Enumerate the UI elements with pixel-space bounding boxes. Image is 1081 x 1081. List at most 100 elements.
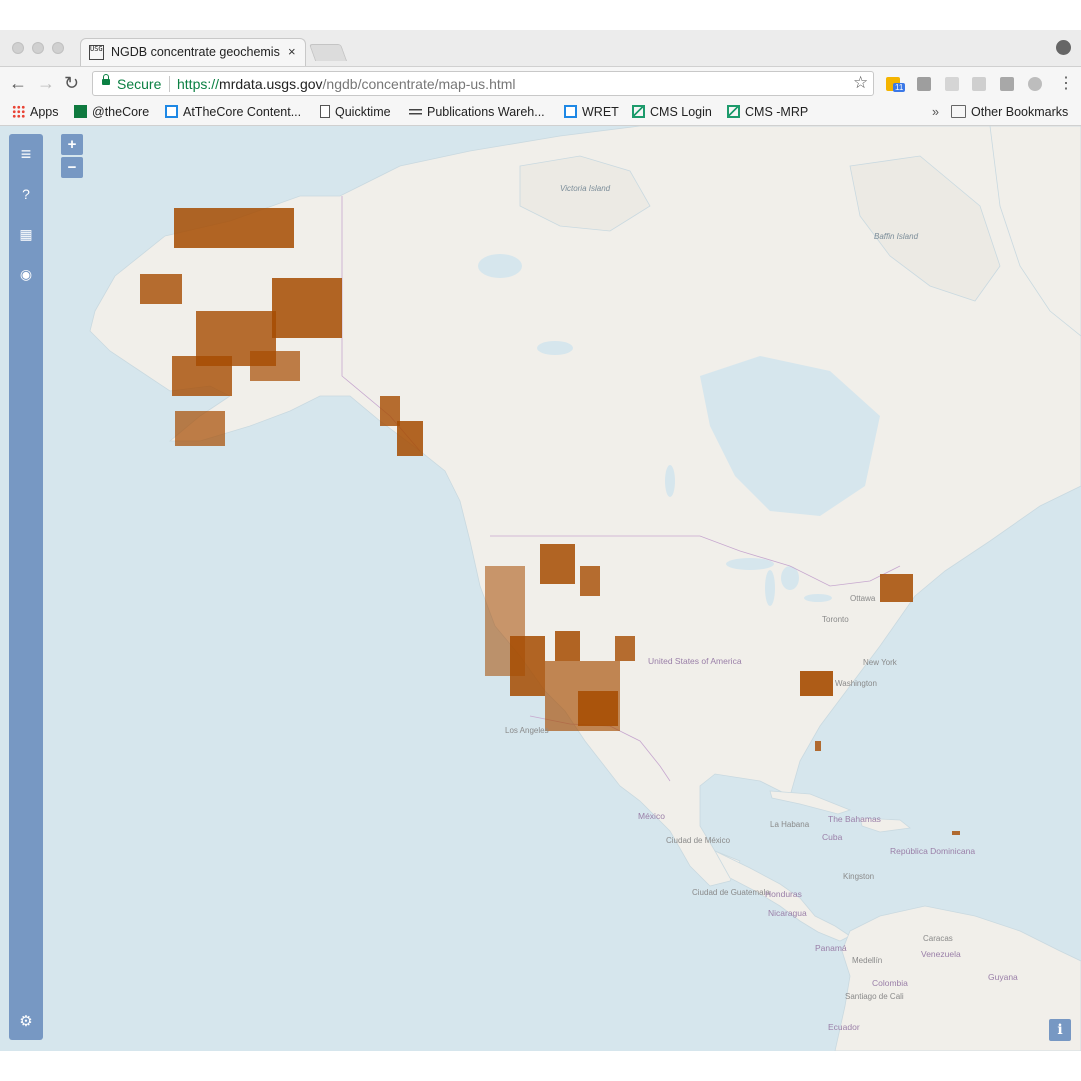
sample-cluster <box>540 544 575 584</box>
tab-close-icon[interactable]: × <box>288 44 296 59</box>
settings-gear-icon[interactable]: ⚙ <box>9 1012 43 1030</box>
bookmark-label: @theCore <box>92 105 150 119</box>
minimize-window-button[interactable] <box>32 42 44 54</box>
close-window-button[interactable] <box>12 42 24 54</box>
bookmark-label: CMS -MRP <box>745 105 809 119</box>
lake-winnipeg <box>665 465 675 497</box>
bookmark-label: CMS Login <box>650 105 712 119</box>
label-mexico: México <box>638 811 665 821</box>
bookmark-label: Quicktime <box>335 105 391 119</box>
great-slave-lake <box>537 341 573 355</box>
bookmark-thecore[interactable]: @theCore <box>74 105 149 119</box>
chat-extension-icon[interactable] <box>1028 77 1042 91</box>
back-arrow-icon[interactable]: ← <box>9 73 27 94</box>
bookmark-star-icon[interactable]: ☆ <box>853 73 868 93</box>
sample-cluster <box>175 411 225 446</box>
label-united-states: United States of America <box>648 656 742 666</box>
great-bear-lake <box>478 254 522 278</box>
sample-cluster <box>555 631 580 661</box>
apps-grid-icon <box>12 105 25 118</box>
label-guyana: Guyana <box>988 972 1018 982</box>
reload-icon[interactable]: ↻ <box>64 73 79 94</box>
browser-tab-active[interactable]: USGS NGDB concentrate geochemis × <box>80 38 306 66</box>
profile-avatar-icon[interactable] <box>1056 40 1071 55</box>
label-medellin: Medellín <box>852 956 883 965</box>
blue-frame-icon <box>165 105 178 118</box>
url-scheme: https:// <box>177 76 220 92</box>
label-republica-dominicana: República Dominicana <box>890 846 976 856</box>
bookmark-apps[interactable]: Apps <box>12 105 59 119</box>
new-tab-button[interactable] <box>308 44 348 61</box>
sample-cluster <box>800 671 833 696</box>
label-baffin-island: Baffin Island <box>873 232 919 241</box>
sample-cluster <box>580 566 600 596</box>
page-extension-icon[interactable] <box>945 77 959 91</box>
usgs-wave-icon <box>409 105 422 118</box>
bookmark-label: Other Bookmarks <box>971 105 1069 119</box>
sample-cluster <box>140 274 182 304</box>
bookmark-cms-login[interactable]: CMS Login <box>632 105 712 119</box>
basemap <box>89 126 1081 1051</box>
label-victoria-island: Victoria Island <box>560 184 611 193</box>
zoom-in-button[interactable]: + <box>61 134 83 155</box>
url-text[interactable]: https://mrdata.usgs.gov/ngdb/concentrate… <box>177 76 516 92</box>
font-extension-icon[interactable] <box>972 77 986 91</box>
label-ciudad-de-guatemala: Ciudad de Guatemala <box>692 888 770 897</box>
sample-cluster <box>880 574 913 602</box>
label-colombia: Colombia <box>872 978 908 988</box>
bookmark-label: AtTheCore Content... <box>183 105 302 119</box>
zoom-controls: + − <box>61 134 83 178</box>
label-ottawa: Ottawa <box>850 594 876 603</box>
sample-cluster <box>174 208 294 248</box>
lake-huron <box>781 566 799 590</box>
bookmarks-overflow-button[interactable]: » <box>932 105 939 119</box>
folder-icon <box>951 105 966 118</box>
label-toronto: Toronto <box>822 615 849 624</box>
globe-icon[interactable]: ◉ <box>9 266 43 283</box>
page-icon <box>320 105 330 118</box>
land-cuba <box>769 790 852 815</box>
zoom-out-button[interactable]: − <box>61 157 83 178</box>
bookmarks-bar: Apps @theCore AtTheCore Content... Quick… <box>0 100 1081 126</box>
maximize-window-button[interactable] <box>52 42 64 54</box>
bookmark-atthecore-content[interactable]: AtTheCore Content... <box>165 105 301 119</box>
blue-frame-icon <box>564 105 577 118</box>
bookmark-cms-mrp[interactable]: CMS -MRP <box>727 105 808 119</box>
label-ecuador: Ecuador <box>828 1022 860 1032</box>
lock-icon <box>102 74 110 85</box>
eyedropper-extension-icon[interactable] <box>917 77 931 91</box>
lake-michigan <box>765 570 775 606</box>
extension-badge: 11 <box>893 83 906 92</box>
sample-cluster <box>250 351 300 381</box>
sample-cluster <box>815 741 821 751</box>
bookmark-label: WRET <box>582 105 619 119</box>
sample-cluster <box>952 831 960 835</box>
label-la-habana: La Habana <box>770 820 810 829</box>
table-icon[interactable]: ▦ <box>9 226 43 243</box>
usgs-favicon-icon: USGS <box>89 45 104 60</box>
map-viewport[interactable]: Victoria Island Baffin Island United Sta… <box>0 126 1081 1051</box>
browser-menu-icon[interactable]: ⋮ <box>1058 73 1074 93</box>
bookmark-wret[interactable]: WRET <box>564 105 619 119</box>
label-ciudad-de-mexico: Ciudad de México <box>666 836 731 845</box>
browser-toolbar: ← → ↻ Secure https://mrdata.usgs.gov/ngd… <box>0 66 1081 101</box>
browser-window: USGS NGDB concentrate geochemis × ← → ↻ … <box>0 30 1081 1051</box>
sample-cluster <box>172 356 232 396</box>
label-los-angeles: Los Angeles <box>505 726 549 735</box>
map-info-button[interactable]: i <box>1049 1019 1071 1041</box>
address-bar[interactable]: Secure https://mrdata.usgs.gov/ngdb/conc… <box>92 71 874 96</box>
pocket-extension-icon[interactable] <box>1000 77 1014 91</box>
bookmark-publications-warehouse[interactable]: Publications Wareh... <box>409 105 545 119</box>
cms-icon <box>727 105 740 118</box>
label-cuba: Cuba <box>822 832 843 842</box>
hamburger-menu-icon[interactable]: ≡ <box>9 144 43 165</box>
help-icon[interactable]: ? <box>9 186 43 202</box>
lake-superior <box>726 558 774 570</box>
url-host: mrdata.usgs.gov <box>219 76 323 92</box>
forward-arrow-icon[interactable]: → <box>37 73 55 94</box>
bookmark-other-bookmarks[interactable]: Other Bookmarks <box>951 105 1068 119</box>
bookmark-quicktime[interactable]: Quicktime <box>320 105 391 119</box>
label-honduras: Honduras <box>765 889 802 899</box>
sample-cluster <box>578 691 618 726</box>
label-new-york: New York <box>863 658 897 667</box>
